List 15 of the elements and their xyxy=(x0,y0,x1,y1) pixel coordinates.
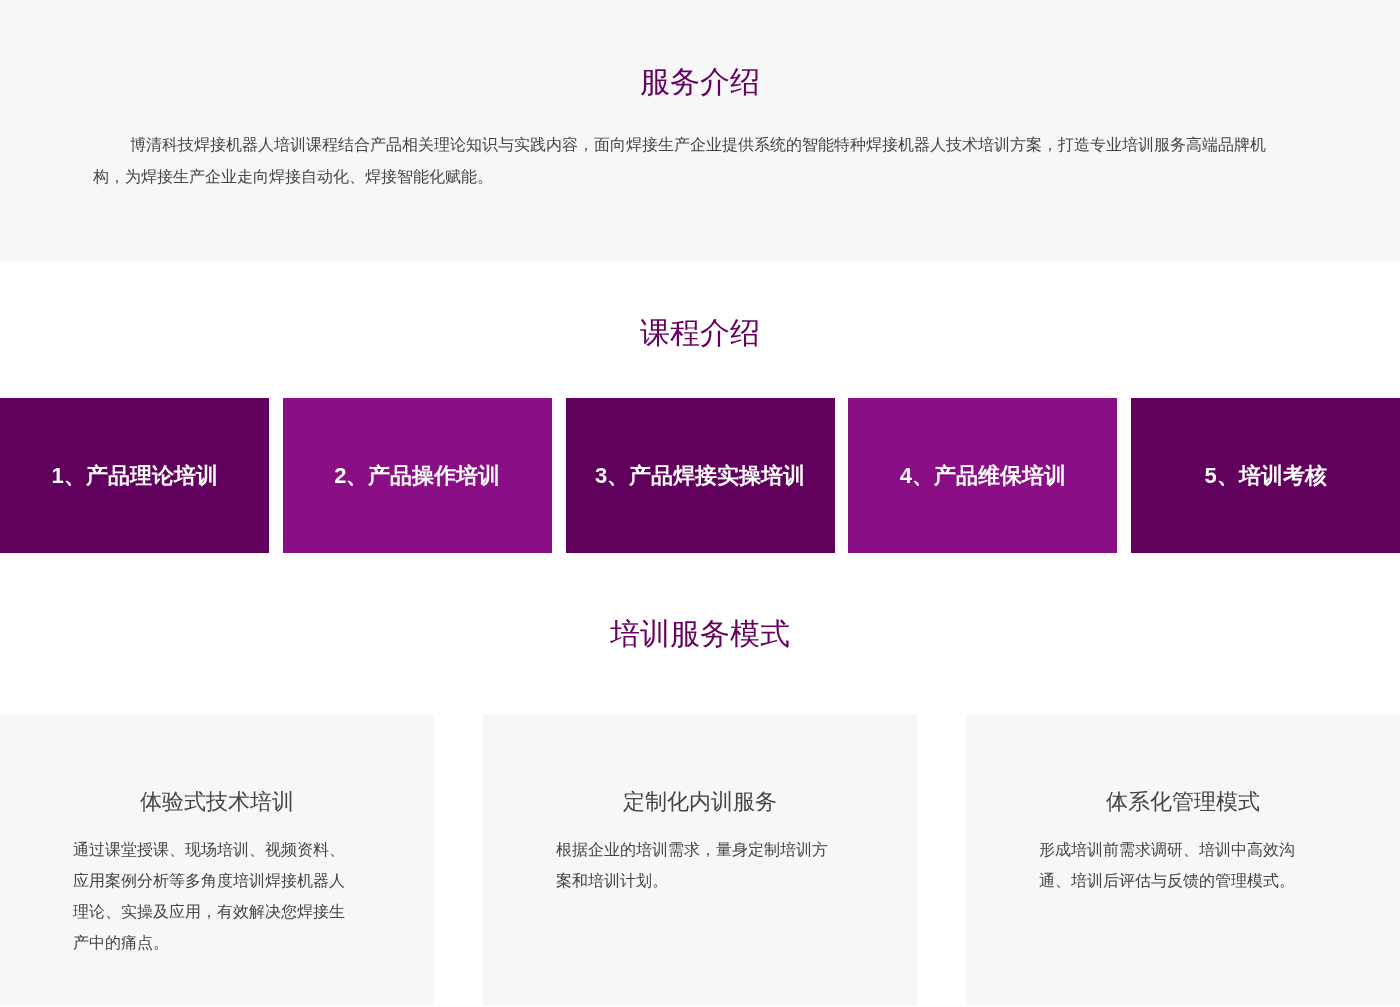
card-text: 形成培训前需求调研、培训中高效沟通、培训后评估与反馈的管理模式。 xyxy=(1039,840,1296,891)
course-tile: 5、培训考核 xyxy=(1131,398,1400,553)
card-text: 根据企业的培训需求，量身定制培训方案和培训计划。 xyxy=(556,840,829,891)
intro-paragraph: 博清科技焊接机器人培训课程结合产品相关理论知识与实践内容，面向焊接生产企业提供系统的智能特种焊接机器人技术培训方案，打造专业培训服务高端品牌机构，为焊接生产企业走向焊接自动化、焊接智能化赋能。 xyxy=(93,135,1267,187)
course-tile: 2、产品操作培训 xyxy=(282,398,552,553)
card-title: 定制化内训服务 xyxy=(622,788,778,816)
card-title: 体验式技术培训 xyxy=(139,788,295,816)
course-tile: 3、产品焊接实操培训 xyxy=(565,398,835,553)
section-title: 服务介绍 xyxy=(639,64,761,100)
card-text: 通过课堂授课、现场培训、视频资料、应用案例分析等多角度培训焊接机器人理论、实操及应用，有效解决您焊接生产中的痛点。 xyxy=(73,840,346,953)
course-tile: 1、产品理论培训 xyxy=(0,398,269,553)
card-title: 体系化管理模式 xyxy=(1105,788,1261,816)
section-title: 培训服务模式 xyxy=(609,616,791,652)
section-title: 课程介绍 xyxy=(639,315,761,351)
course-tile: 4、产品维保培训 xyxy=(848,398,1118,553)
